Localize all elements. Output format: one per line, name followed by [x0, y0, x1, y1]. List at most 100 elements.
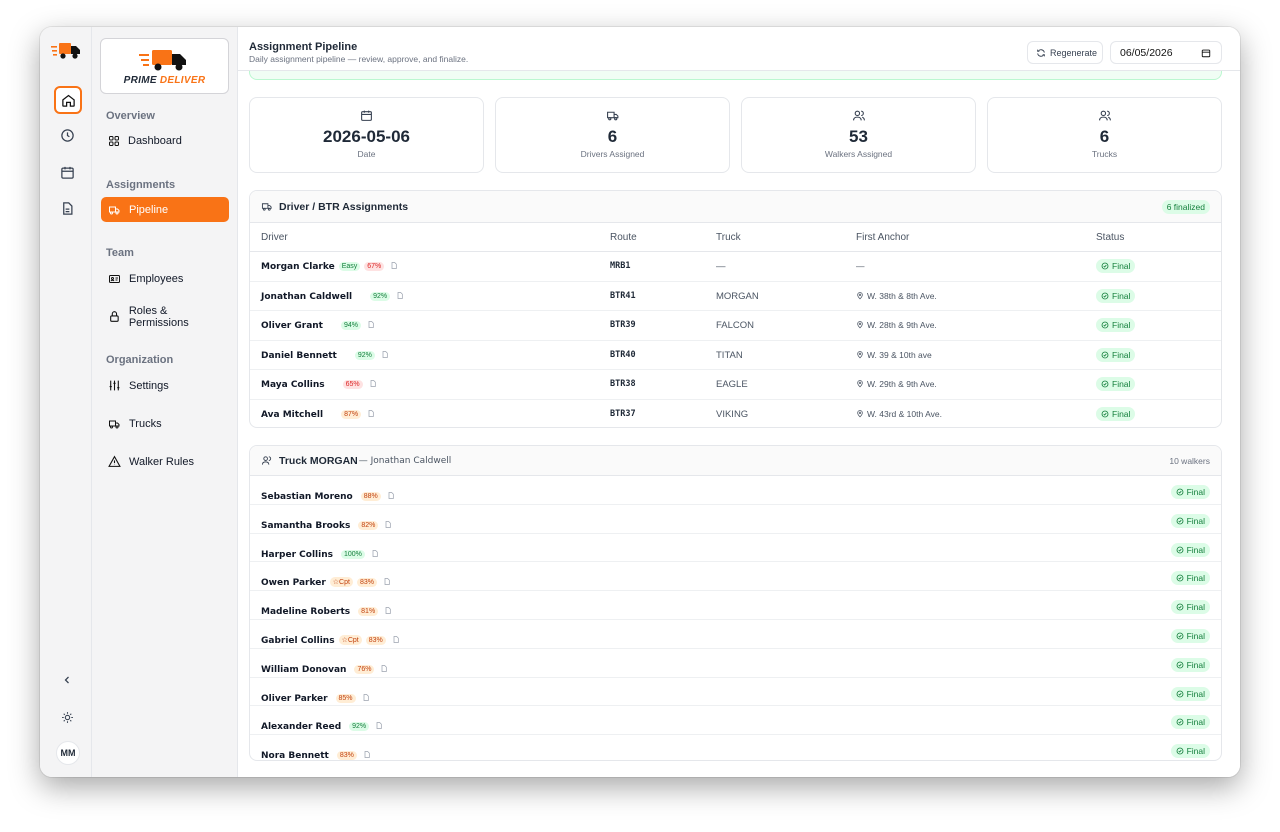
- col-status[interactable]: Status: [1096, 232, 1124, 243]
- driver-name[interactable]: Jonathan Caldwell: [261, 292, 352, 302]
- document-icon[interactable]: [390, 261, 398, 270]
- list-item[interactable]: Sebastian Moreno 88% Final: [250, 476, 1221, 505]
- table-row[interactable]: Morgan Clarke Easy 67% MRB1 — — Final: [250, 252, 1221, 282]
- walker-name[interactable]: Samantha Brooks: [261, 521, 350, 531]
- truck-name[interactable]: TITAN: [716, 350, 743, 361]
- status-badge: Final: [1170, 542, 1210, 557]
- table-row[interactable]: Oliver Grant 94% BTR39 FALCON W. 28th & 9th …: [250, 311, 1221, 341]
- check-circle-icon: [1176, 718, 1183, 726]
- truck-icon: [261, 203, 272, 211]
- walker-name[interactable]: Gabriel Collins: [261, 636, 335, 646]
- walker-name[interactable]: Oliver Parker: [261, 694, 328, 704]
- document-icon[interactable]: [380, 664, 388, 673]
- table-row[interactable]: Jonathan Caldwell 92% BTR41 MORGAN W. 38th &…: [250, 282, 1221, 311]
- list-item[interactable]: Harper Collins 100% Final: [250, 534, 1221, 563]
- score-badge: 65%: [342, 380, 363, 389]
- truck-name[interactable]: —: [716, 261, 726, 272]
- calendar-icon[interactable]: [54, 159, 80, 185]
- walker-name[interactable]: Owen Parker: [261, 578, 326, 588]
- list-item[interactable]: Gabriel Collins ☆Cpt 83% Final: [250, 620, 1221, 649]
- document-icon[interactable]: [367, 409, 375, 418]
- list-item[interactable]: William Donovan 76% Final: [250, 649, 1221, 678]
- sidebar-item-pipeline[interactable]: Pipeline: [101, 197, 229, 222]
- finalized-badge: 6 finalized: [1161, 200, 1210, 214]
- table-row[interactable]: Ava Mitchell 87% BTR37 VIKING W. 43rd & 10th…: [250, 400, 1221, 428]
- sidebar-item-dashboard[interactable]: Dashboard: [101, 128, 229, 153]
- panel-header: Driver / BTR Assignments 6 finalized: [250, 191, 1221, 223]
- driver-assignments-panel: Driver / BTR Assignments 6 finalized Dri…: [249, 190, 1222, 428]
- list-item[interactable]: Alexander Reed 92% Final: [250, 706, 1221, 736]
- document-icon[interactable]: [363, 750, 371, 759]
- regenerate-button[interactable]: Regenerate: [1027, 41, 1103, 64]
- walker-name[interactable]: Alexander Reed: [261, 722, 341, 732]
- status-banner: [249, 71, 1222, 80]
- check-circle-icon: [1176, 603, 1183, 611]
- check-circle-icon: [1101, 321, 1109, 329]
- driver-name[interactable]: Daniel Bennett: [261, 351, 337, 361]
- check-circle-icon: [1176, 632, 1183, 640]
- sidebar-item-roles[interactable]: Roles & Permissions: [101, 304, 229, 329]
- document-icon[interactable]: [387, 491, 395, 500]
- check-circle-icon: [1176, 488, 1183, 496]
- walker-name[interactable]: Sebastian Moreno: [261, 492, 353, 502]
- sidebar-item-trucks[interactable]: Trucks: [101, 411, 229, 436]
- document-icon[interactable]: [375, 721, 383, 730]
- check-circle-icon: [1176, 690, 1183, 697]
- truck-driver-name: — Jonathan Caldwell: [358, 455, 452, 466]
- captain-badge: ☆Cpt: [329, 577, 353, 588]
- col-truck[interactable]: Truck: [716, 232, 741, 243]
- list-item[interactable]: Oliver Parker 85% Final: [250, 678, 1221, 707]
- clock-icon[interactable]: [54, 122, 80, 148]
- home-icon[interactable]: [54, 86, 82, 114]
- stat-value: 6: [607, 127, 618, 146]
- user-avatar[interactable]: MM: [56, 741, 80, 765]
- sidebar-item-label: Walker Rules: [129, 455, 194, 468]
- document-icon[interactable]: [396, 291, 404, 300]
- list-item[interactable]: Samantha Brooks 82% Final: [250, 505, 1221, 534]
- table-row[interactable]: Daniel Bennett 92% BTR40 TITAN W. 39 & 10th …: [250, 341, 1221, 370]
- theme-sun-icon[interactable]: [54, 704, 80, 730]
- document-icon[interactable]: [381, 350, 389, 359]
- document-icon[interactable]: [54, 195, 80, 221]
- truck-name[interactable]: EAGLE: [716, 379, 748, 390]
- col-anchor[interactable]: First Anchor: [856, 232, 909, 243]
- sidebar-item-walker-rules[interactable]: Walker Rules: [101, 449, 229, 474]
- panel-title: Driver / BTR Assignments: [279, 200, 409, 213]
- driver-name[interactable]: Morgan Clarke: [261, 262, 335, 272]
- document-icon[interactable]: [367, 320, 375, 329]
- grid-icon: [109, 135, 119, 146]
- score-badge: 88%: [360, 492, 381, 501]
- document-icon[interactable]: [362, 693, 370, 702]
- walker-name[interactable]: William Donovan: [261, 665, 346, 675]
- document-icon[interactable]: [384, 606, 392, 615]
- walker-name[interactable]: Madeline Roberts: [261, 607, 350, 617]
- list-item[interactable]: Nora Bennett 83% Final: [250, 735, 1221, 760]
- list-item[interactable]: Madeline Roberts 81% Final: [250, 591, 1221, 620]
- col-driver[interactable]: Driver: [261, 232, 288, 243]
- truck-name[interactable]: MORGAN: [716, 291, 759, 302]
- document-icon[interactable]: [384, 520, 392, 529]
- table-row[interactable]: Maya Collins 65% BTR38 EAGLE W. 29th & 9th A…: [250, 370, 1221, 400]
- collapse-chevron-icon[interactable]: [54, 667, 80, 693]
- sidebar-item-label: Pipeline: [129, 203, 169, 216]
- document-icon[interactable]: [369, 379, 377, 388]
- page-subtitle: Daily assignment pipeline — review, appr…: [249, 54, 469, 64]
- driver-name[interactable]: Ava Mitchell: [261, 410, 323, 420]
- document-icon[interactable]: [392, 635, 400, 644]
- truck-name[interactable]: VIKING: [716, 409, 748, 420]
- walker-name[interactable]: Nora Bennett: [261, 751, 329, 760]
- truck-name[interactable]: FALCON: [716, 320, 754, 331]
- sidebar-item-settings[interactable]: Settings: [101, 373, 229, 398]
- walker-name[interactable]: Harper Collins: [261, 550, 333, 560]
- document-icon[interactable]: [371, 549, 379, 558]
- date-picker-input[interactable]: 06/05/2026: [1110, 41, 1222, 64]
- sidebar-item-employees[interactable]: Employees: [101, 266, 229, 291]
- score-badge: 100%: [340, 549, 365, 559]
- driver-name[interactable]: Maya Collins: [261, 380, 325, 390]
- document-icon[interactable]: [383, 577, 391, 586]
- top-bar: Assignment Pipeline Daily assignment pip…: [238, 27, 1240, 71]
- list-item[interactable]: Owen Parker ☆Cpt 83% Final: [250, 562, 1221, 592]
- driver-name[interactable]: Oliver Grant: [261, 321, 323, 331]
- sidebar-item-label: Settings: [129, 379, 169, 392]
- col-route[interactable]: Route: [610, 232, 637, 243]
